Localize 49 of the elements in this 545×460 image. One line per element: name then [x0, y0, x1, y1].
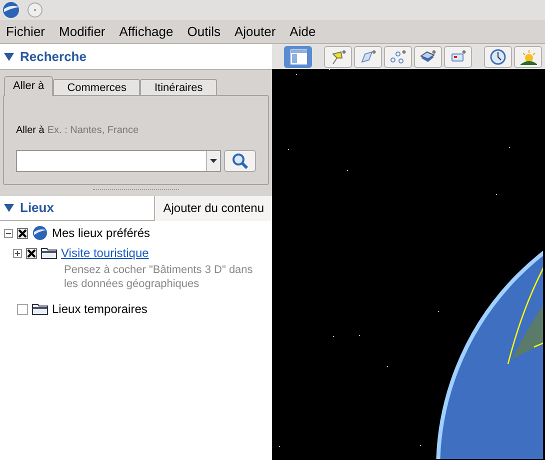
- tab[interactable]: Aller à: [4, 76, 54, 96]
- menu-item[interactable]: Fichier: [6, 22, 46, 42]
- sun-icon: [519, 48, 537, 66]
- panel-title: Recherche: [20, 48, 86, 66]
- folder-icon: [41, 247, 57, 259]
- place-label[interactable]: Mes lieux préférés: [52, 224, 150, 242]
- clock-icon: [489, 48, 507, 66]
- earth-view-drawing[interactable]: [272, 69, 545, 460]
- toolbar-button[interactable]: [484, 46, 512, 68]
- toolbar-button[interactable]: [324, 46, 352, 68]
- caret-icon: [210, 159, 218, 163]
- checkbox[interactable]: [26, 248, 37, 258]
- tab[interactable]: Itinéraires: [140, 79, 217, 96]
- path-icon: [389, 48, 407, 66]
- disclosure-triangle-icon[interactable]: [4, 203, 14, 213]
- toolbar-button[interactable]: [514, 46, 542, 68]
- toolbar-button[interactable]: [354, 46, 382, 68]
- dropdown-button[interactable]: [206, 151, 220, 171]
- sidebar-icon: [289, 48, 307, 66]
- checkbox[interactable]: [17, 228, 28, 238]
- collapse-icon[interactable]: [4, 228, 13, 238]
- menu-item[interactable]: Ajouter: [234, 22, 276, 42]
- toolbar-button[interactable]: [384, 46, 412, 68]
- search-field[interactable]: [16, 150, 222, 172]
- menu-item[interactable]: Affichage: [119, 22, 174, 42]
- menu-item[interactable]: Aide: [290, 22, 316, 42]
- place-link[interactable]: Visite touristique: [61, 244, 149, 262]
- folder-icon: [32, 303, 48, 315]
- expand-icon[interactable]: [13, 248, 22, 258]
- field-hint: Ex. : Nantes, France: [47, 125, 139, 136]
- pushpin-icon: [329, 48, 347, 66]
- checkbox[interactable]: [17, 304, 28, 314]
- search-button[interactable]: [224, 150, 256, 172]
- tab[interactable]: Commerces: [53, 79, 140, 96]
- toolbar-button[interactable]: [284, 46, 312, 68]
- toolbar-button[interactable]: [414, 46, 442, 68]
- globe-icon: [32, 225, 48, 241]
- menu-item[interactable]: Outils: [187, 22, 220, 42]
- place-label[interactable]: Lieux temporaires: [52, 300, 148, 318]
- polygon-icon: [359, 48, 377, 66]
- place-description: Pensez à cocher "Bâtiments 3 D" dans les données géographiques: [64, 263, 254, 291]
- menu-item[interactable]: Modifier: [59, 22, 106, 42]
- disclosure-triangle-icon[interactable]: [4, 52, 14, 62]
- add-content-button[interactable]: Ajouter du contenu: [154, 196, 272, 220]
- splitter-handle[interactable]: [93, 189, 179, 192]
- field-label: Aller à: [16, 125, 44, 136]
- panel-title: Lieux: [20, 199, 54, 218]
- search-icon: [232, 153, 248, 169]
- toolbar-button[interactable]: [444, 46, 472, 68]
